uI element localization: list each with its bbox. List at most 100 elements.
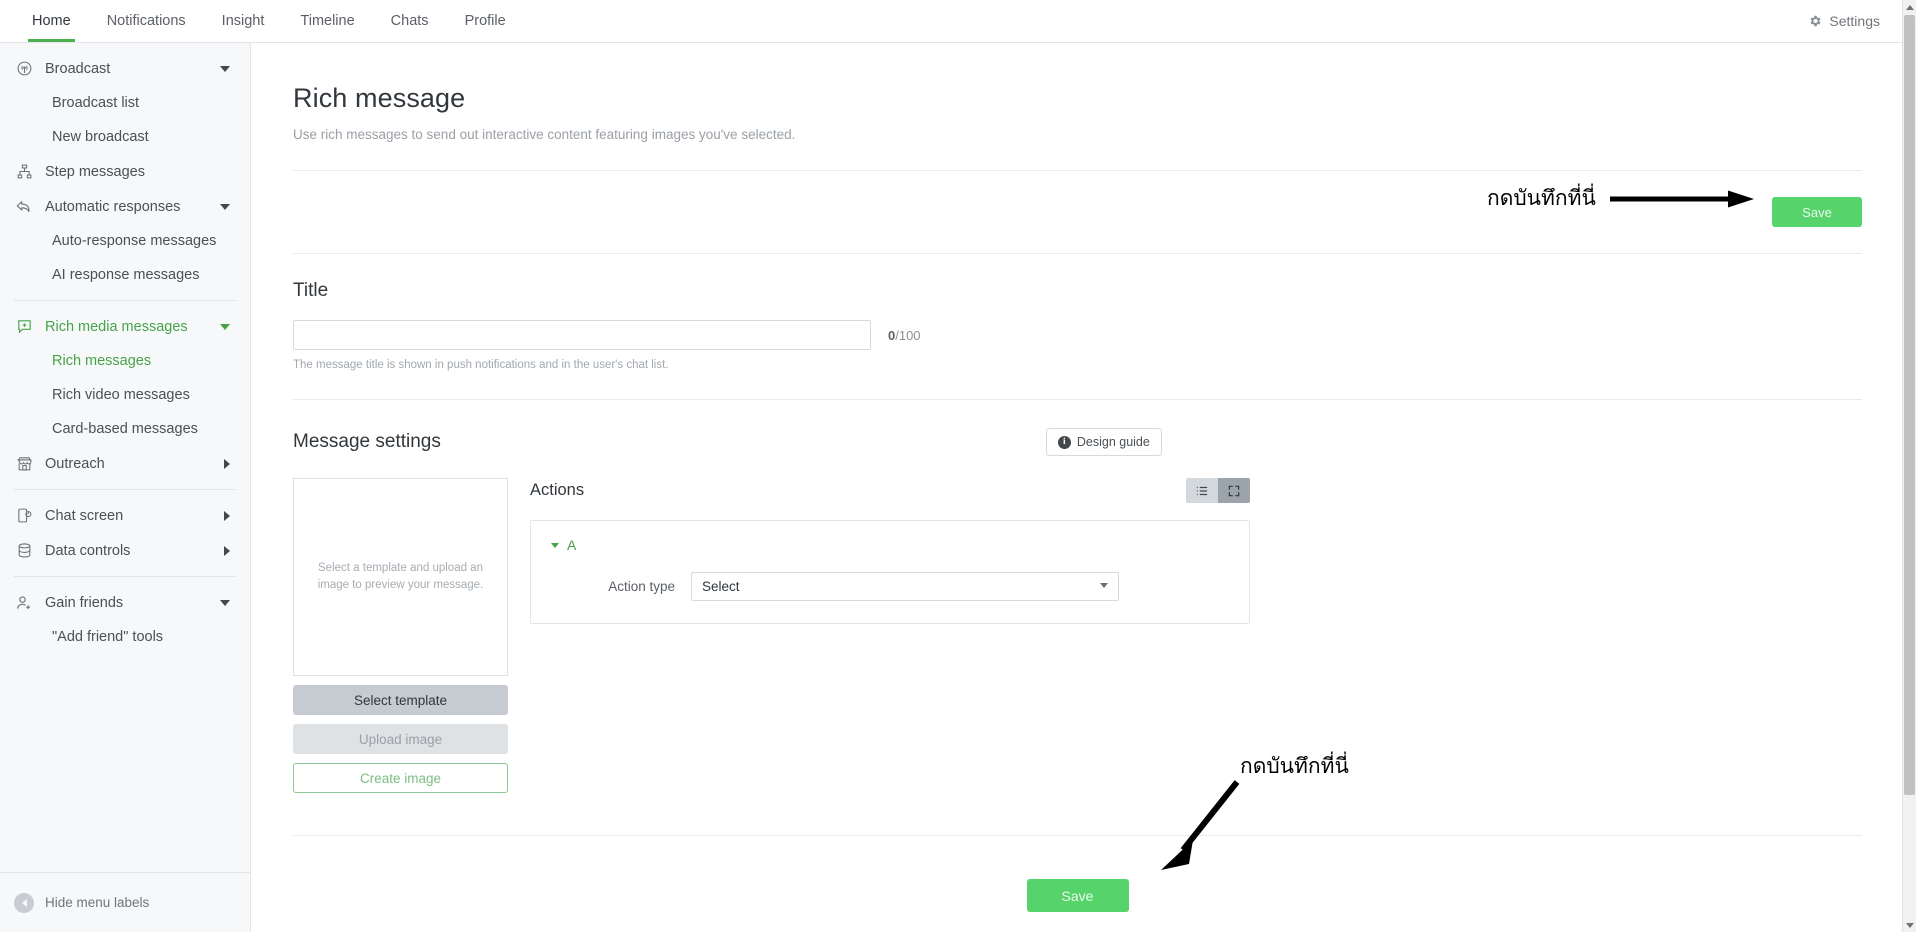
tab-chats[interactable]: Chats	[373, 0, 447, 42]
tab-notifications-label: Notifications	[106, 13, 186, 29]
main-content: Rich message Use rich messages to send o…	[251, 43, 1904, 932]
sidebar-item-ai-response-messages[interactable]: AI response messages	[0, 258, 250, 292]
title-input[interactable]	[293, 320, 871, 350]
sidebar-item-label: Automatic responses	[45, 198, 181, 215]
rich-media-plus-icon	[14, 317, 34, 337]
gear-icon	[1808, 14, 1822, 28]
scroll-down-arrow-icon[interactable]	[1903, 918, 1916, 932]
chevron-right-icon[interactable]	[224, 458, 230, 469]
hide-menu-labels-label: Hide menu labels	[45, 895, 150, 910]
chevron-down-icon	[1100, 583, 1108, 588]
sidebar-item-label: Rich media messages	[45, 318, 188, 335]
message-preview-box: Select a template and upload an image to…	[293, 478, 508, 676]
sidebar-item-card-based-messages[interactable]: Card-based messages	[0, 412, 250, 446]
page-subtitle: Use rich messages to send out interactiv…	[293, 127, 796, 142]
action-block-label: A	[567, 537, 577, 553]
chat-screen-icon	[14, 506, 34, 526]
list-view-icon[interactable]	[1186, 478, 1218, 503]
reply-arrow-icon	[14, 197, 34, 217]
sidebar-scroll-area: Broadcast Broadcast list New broadcast S…	[0, 43, 250, 871]
sidebar-item-label: Data controls	[45, 542, 131, 559]
settings-label: Settings	[1829, 13, 1880, 29]
sidebar-item-chat-screen[interactable]: Chat screen	[0, 498, 250, 533]
chevron-down-icon[interactable]	[220, 203, 230, 210]
sidebar-item-new-broadcast[interactable]: New broadcast	[0, 120, 250, 154]
message-settings-body: Select a template and upload an image to…	[293, 478, 1862, 793]
sidebar-item-step-messages[interactable]: Step messages	[0, 154, 250, 189]
actions-view-toggle-group	[1186, 478, 1250, 503]
tab-chats-label: Chats	[390, 13, 429, 29]
scroll-up-arrow-icon[interactable]	[1903, 0, 1916, 14]
sidebar-item-add-friend-tools[interactable]: "Add friend" tools	[0, 620, 250, 654]
broadcast-antenna-icon	[14, 59, 34, 79]
sidebar-item-data-controls[interactable]: Data controls	[0, 533, 250, 568]
sidebar-divider	[14, 300, 236, 301]
preview-column: Select a template and upload an image to…	[293, 478, 508, 793]
chevron-down-icon[interactable]	[551, 542, 559, 548]
chevron-down-icon[interactable]	[220, 599, 230, 606]
design-guide-button[interactable]: i Design guide	[1045, 428, 1162, 456]
sidebar-item-label: Step messages	[45, 163, 145, 180]
preview-placeholder-text: Select a template and upload an image to…	[317, 562, 484, 591]
divider	[293, 835, 1862, 836]
sidebar-item-label: Gain friends	[45, 594, 124, 611]
chevron-down-icon[interactable]	[220, 65, 230, 72]
sidebar-item-outreach[interactable]: Outreach	[0, 446, 250, 481]
tab-timeline[interactable]: Timeline	[282, 0, 372, 42]
storefront-icon	[14, 454, 34, 474]
tab-profile[interactable]: Profile	[447, 0, 524, 42]
sidebar-item-label: Card-based messages	[52, 421, 198, 437]
sidebar-item-label: Rich video messages	[52, 387, 190, 403]
info-icon: i	[1057, 435, 1071, 449]
action-type-select-wrap: Select	[691, 572, 1119, 601]
message-settings-header: Message settings i Design guide	[293, 428, 1862, 456]
scrollbar-thumb[interactable]	[1904, 15, 1915, 795]
title-input-row: 0/100	[293, 320, 1862, 350]
chevron-right-icon[interactable]	[224, 545, 230, 556]
tab-insight[interactable]: Insight	[204, 0, 283, 42]
add-friend-icon	[14, 593, 34, 613]
expand-view-icon[interactable]	[1218, 478, 1250, 503]
select-template-button[interactable]: Select template	[293, 685, 508, 715]
create-image-button[interactable]: Create image	[293, 763, 508, 793]
database-icon	[14, 541, 34, 561]
action-type-select[interactable]: Select	[691, 572, 1119, 601]
tab-insight-label: Insight	[221, 13, 265, 29]
sidebar-item-label: "Add friend" tools	[52, 629, 164, 645]
sidebar: Broadcast Broadcast list New broadcast S…	[0, 43, 251, 932]
settings-button[interactable]: Settings	[1808, 0, 1916, 42]
design-guide-label: Design guide	[1076, 435, 1150, 449]
sidebar-item-automatic-responses[interactable]: Automatic responses	[0, 189, 250, 224]
actions-heading: Actions	[530, 481, 585, 499]
tab-home[interactable]: Home	[14, 0, 89, 42]
sidebar-item-label: Chat screen	[45, 507, 124, 524]
sidebar-item-gain-friends[interactable]: Gain friends	[0, 585, 250, 620]
sidebar-item-label: Auto-response messages	[52, 233, 217, 249]
tab-timeline-label: Timeline	[300, 13, 355, 29]
sidebar-item-rich-video-messages[interactable]: Rich video messages	[0, 378, 250, 412]
page-header: Rich message Use rich messages to send o…	[251, 43, 1904, 142]
page-scrollbar[interactable]	[1902, 0, 1916, 932]
sidebar-item-rich-messages[interactable]: Rich messages	[0, 344, 250, 378]
hide-menu-labels-button[interactable]: Hide menu labels	[0, 872, 250, 932]
sidebar-item-broadcast[interactable]: Broadcast	[0, 51, 250, 86]
sidebar-item-broadcast-list[interactable]: Broadcast list	[0, 86, 250, 120]
save-button-top[interactable]: Save	[1772, 197, 1862, 227]
tab-notifications[interactable]: Notifications	[89, 0, 204, 42]
sidebar-item-rich-media-messages[interactable]: Rich media messages	[0, 309, 250, 344]
actions-header: Actions	[530, 478, 1250, 503]
top-navigation-bar: Home Notifications Insight Timeline Chat…	[0, 0, 1916, 43]
upload-image-button[interactable]: Upload image	[293, 724, 508, 754]
title-char-counter: 0/100	[888, 328, 921, 343]
sidebar-item-auto-response-messages[interactable]: Auto-response messages	[0, 224, 250, 258]
chevron-down-icon[interactable]	[220, 323, 230, 330]
chevron-right-icon[interactable]	[224, 510, 230, 521]
action-block-header[interactable]: A	[531, 537, 1249, 553]
chevron-left-circle-icon	[14, 892, 34, 913]
save-button-bottom[interactable]: Save	[1026, 879, 1129, 912]
sidebar-item-label: Broadcast	[45, 60, 111, 77]
action-type-label: Action type	[608, 579, 675, 594]
sidebar-item-label: New broadcast	[52, 129, 149, 145]
step-hierarchy-icon	[14, 162, 34, 182]
sidebar-divider	[14, 489, 236, 490]
